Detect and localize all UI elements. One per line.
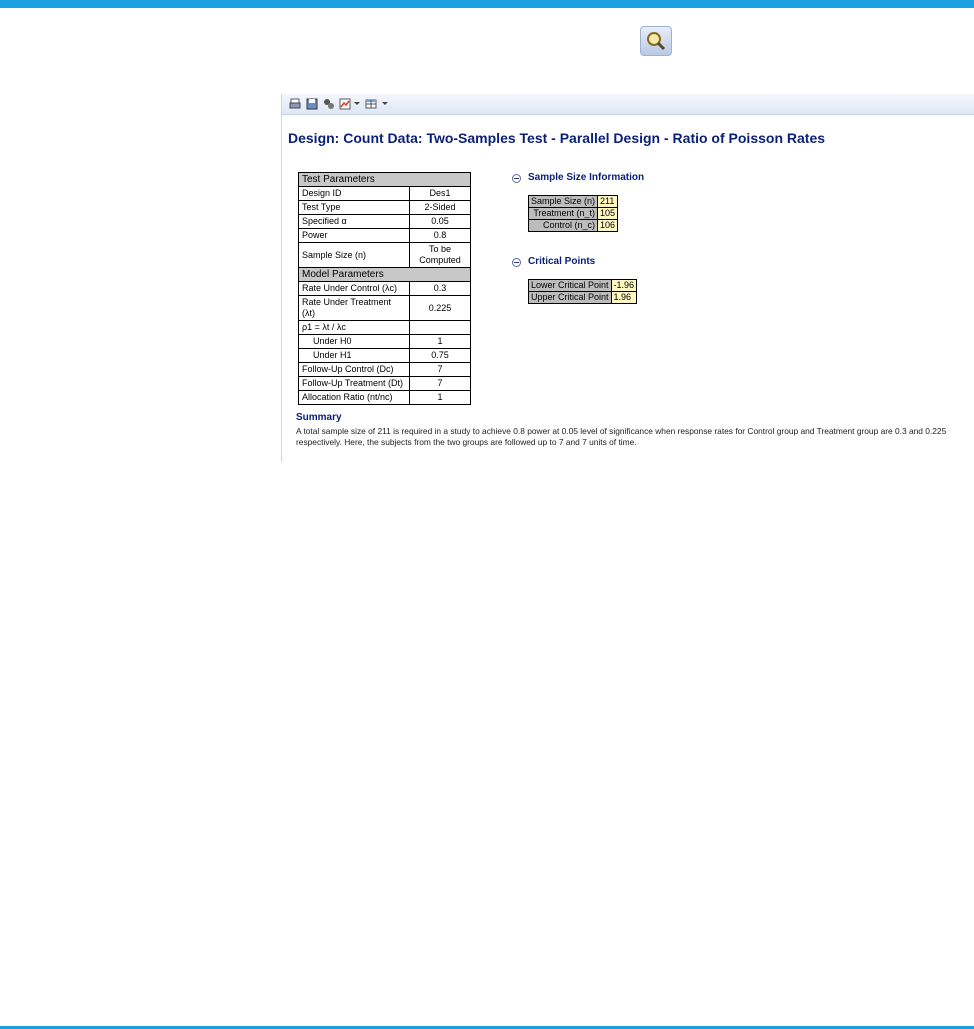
table-row: Test Type 2-Sided bbox=[298, 200, 471, 215]
param-value: 1 bbox=[409, 334, 471, 349]
table-row: Sample Size (n) To be Computed bbox=[298, 242, 471, 268]
param-label: Follow-Up Control (Dc) bbox=[298, 362, 410, 377]
table-row: Follow-Up Treatment (Dt) 7 bbox=[298, 376, 471, 391]
report-toolbar bbox=[282, 94, 974, 115]
param-label: Design ID bbox=[298, 186, 410, 201]
parameters-table: Test Parameters Design ID Des1 Test Type… bbox=[298, 172, 471, 405]
param-label: Sample Size (n) bbox=[298, 242, 410, 268]
param-value: 7 bbox=[409, 376, 471, 391]
table-row: Lower Critical Point -1.96 bbox=[528, 279, 638, 292]
param-label: Rate Under Treatment (λt) bbox=[298, 295, 410, 321]
top-accent-bar bbox=[0, 0, 974, 8]
collapse-critical-points-icon[interactable] bbox=[512, 258, 521, 267]
control-label: Control (n_c) bbox=[527, 219, 599, 232]
table-row: Allocation Ratio (nt/nc) 1 bbox=[298, 390, 471, 405]
param-label: Test Type bbox=[298, 200, 410, 215]
param-value: 7 bbox=[409, 362, 471, 377]
report-panel: Design: Count Data: Two-Samples Test - P… bbox=[281, 94, 974, 462]
test-parameters-header: Test Parameters bbox=[298, 172, 471, 187]
collapse-sample-size-icon[interactable] bbox=[512, 174, 521, 183]
param-value: 0.75 bbox=[409, 348, 471, 363]
param-value: To be Computed bbox=[409, 242, 471, 268]
table-row: Rate Under Control (λc) 0.3 bbox=[298, 281, 471, 296]
table-row: ρ1 = λt / λc bbox=[298, 320, 471, 335]
report-title: Design: Count Data: Two-Samples Test - P… bbox=[288, 130, 826, 146]
table-row: Power 0.8 bbox=[298, 228, 471, 243]
param-value: 1 bbox=[409, 390, 471, 405]
treatment-value: 105 bbox=[597, 207, 619, 220]
table-row: Treatment (n_t) 105 bbox=[527, 207, 619, 220]
param-label: Under H0 bbox=[298, 334, 410, 349]
table-row: Under H0 1 bbox=[298, 334, 471, 349]
table-row: Upper Critical Point 1.96 bbox=[528, 291, 638, 304]
param-value: Des1 bbox=[409, 186, 471, 201]
control-value: 106 bbox=[597, 219, 619, 232]
table-row: Control (n_c) 106 bbox=[527, 219, 619, 232]
summary-title: Summary bbox=[296, 412, 342, 423]
chart-dropdown-icon[interactable] bbox=[354, 102, 360, 105]
chart-icon[interactable] bbox=[339, 98, 351, 110]
param-label: Power bbox=[298, 228, 410, 243]
param-label: Under H1 bbox=[298, 348, 410, 363]
table-dropdown-icon[interactable] bbox=[382, 102, 388, 105]
table-row: Sample Size (n) 211 bbox=[527, 195, 619, 208]
sample-size-title: Sample Size Information bbox=[528, 172, 645, 183]
magnifier-icon[interactable] bbox=[640, 26, 672, 56]
upper-critical-label: Upper Critical Point bbox=[528, 291, 612, 304]
settings-icon[interactable] bbox=[323, 98, 335, 110]
table-row: Rate Under Treatment (λt) 0.225 bbox=[298, 295, 471, 321]
table-row: Design ID Des1 bbox=[298, 186, 471, 201]
lower-critical-label: Lower Critical Point bbox=[528, 279, 612, 292]
param-label: Specified α bbox=[298, 214, 410, 229]
upper-critical-value: 1.96 bbox=[610, 291, 638, 304]
table-row: Follow-Up Control (Dc) 7 bbox=[298, 362, 471, 377]
param-value bbox=[409, 320, 471, 335]
lower-critical-value: -1.96 bbox=[610, 279, 638, 292]
table-icon[interactable] bbox=[365, 98, 377, 110]
treatment-label: Treatment (n_t) bbox=[527, 207, 599, 220]
param-value: 2-Sided bbox=[409, 200, 471, 215]
save-icon[interactable] bbox=[306, 98, 318, 110]
critical-points-table: Lower Critical Point -1.96 Upper Critica… bbox=[528, 279, 638, 304]
param-label: Follow-Up Treatment (Dt) bbox=[298, 376, 410, 391]
param-value: 0.225 bbox=[409, 295, 471, 321]
summary-text: A total sample size of 211 is required i… bbox=[296, 426, 947, 447]
param-label: Allocation Ratio (nt/nc) bbox=[298, 390, 410, 405]
sample-size-label: Sample Size (n) bbox=[527, 195, 599, 208]
param-value: 0.8 bbox=[409, 228, 471, 243]
sample-size-value: 211 bbox=[597, 195, 619, 208]
param-label: Rate Under Control (λc) bbox=[298, 281, 410, 296]
param-value: 0.3 bbox=[409, 281, 471, 296]
print-icon[interactable] bbox=[289, 98, 301, 110]
param-label: ρ1 = λt / λc bbox=[298, 320, 410, 335]
critical-points-title: Critical Points bbox=[528, 256, 596, 267]
model-parameters-header: Model Parameters bbox=[298, 267, 471, 282]
sample-size-table: Sample Size (n) 211 Treatment (n_t) 105 … bbox=[527, 195, 619, 232]
table-row: Under H1 0.75 bbox=[298, 348, 471, 363]
param-value: 0.05 bbox=[409, 214, 471, 229]
table-row: Specified α 0.05 bbox=[298, 214, 471, 229]
